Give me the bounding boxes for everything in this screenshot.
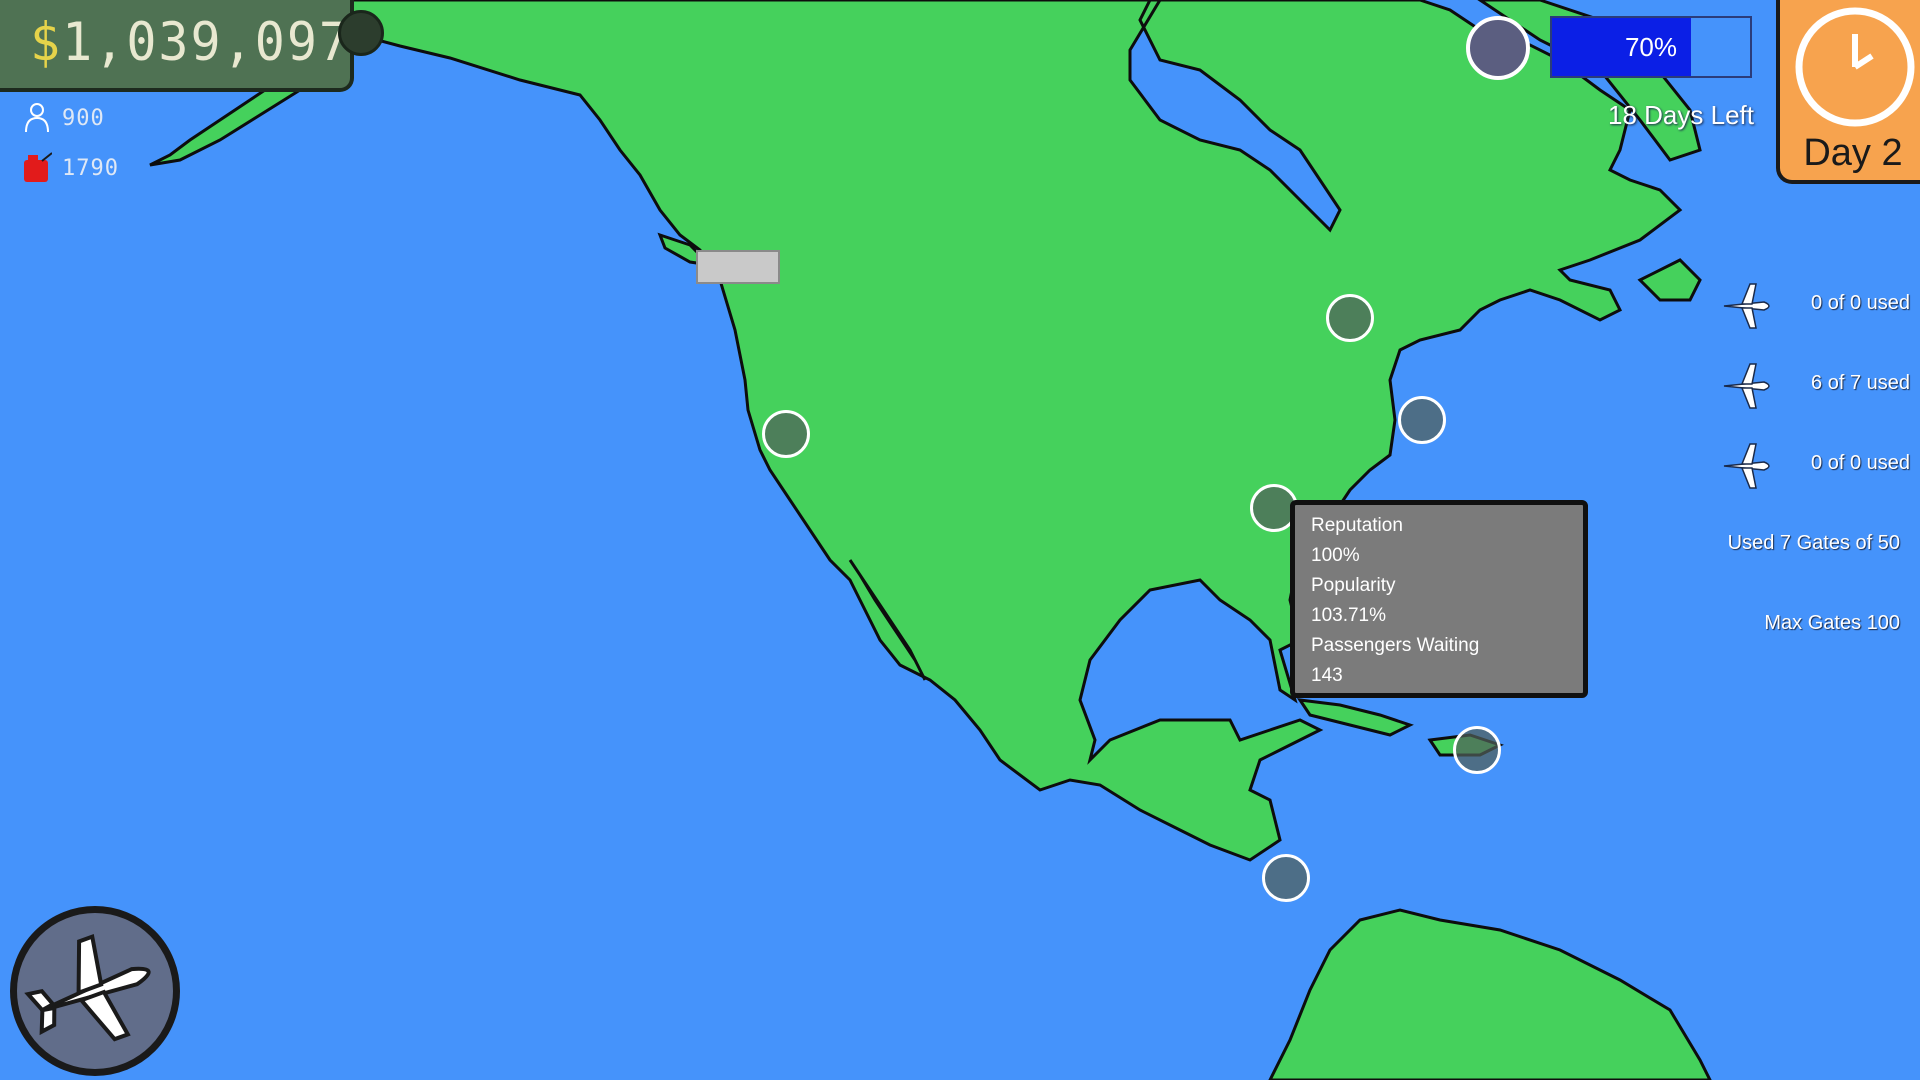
world-map[interactable] — [0, 0, 1920, 1080]
airport-building[interactable] — [696, 250, 780, 284]
reputation-value: 100% — [1311, 545, 1360, 566]
reputation-label: Reputation — [1311, 515, 1403, 536]
money-panel: $1,039,097 — [0, 0, 354, 92]
airport-marker[interactable] — [1453, 726, 1501, 774]
fleet-usage: 6 of 7 used — [1811, 372, 1910, 394]
passengers-waiting-value: 143 — [1311, 665, 1343, 686]
day-label: Day 2 — [1803, 132, 1903, 174]
popularity-label: Popularity — [1311, 575, 1396, 596]
fleet-usage: 0 of 0 used — [1811, 292, 1910, 314]
fuel-count: 1790 — [62, 155, 119, 181]
passengers-waiting-label: Passengers Waiting — [1311, 635, 1480, 656]
clock-icon — [1795, 7, 1915, 127]
progress-label: 70% — [1624, 31, 1678, 62]
gates-used-label: Used 7 Gates of 50 — [1727, 532, 1900, 554]
fleet-menu-button[interactable] — [10, 906, 180, 1076]
airport-marker[interactable] — [1262, 854, 1310, 902]
person-icon — [25, 103, 49, 133]
popularity-value: 103.71% — [1311, 605, 1387, 626]
airport-tooltip: Reputation 100% Popularity 103.71% Passe… — [1290, 500, 1588, 698]
airplane-icon — [1723, 443, 1770, 489]
money-sign: $ — [30, 11, 63, 73]
airport-marker[interactable] — [1326, 294, 1374, 342]
airport-marker[interactable] — [1398, 396, 1446, 444]
passengers-count: 900 — [62, 105, 105, 131]
money-display: $1,039,097 — [30, 11, 351, 74]
passengers-stat: 900 — [22, 102, 105, 134]
day-clock-panel[interactable]: Day 2 — [1776, 0, 1920, 184]
fuel-can-icon — [24, 152, 52, 182]
airport-marker[interactable] — [762, 410, 810, 458]
progress-circle[interactable] — [1466, 16, 1530, 80]
days-left-label: 18 Days Left — [1608, 100, 1754, 130]
fleet-row[interactable]: 0 of 0 used — [1720, 278, 1910, 334]
airplane-icon — [1723, 283, 1770, 329]
max-gates-label: Max Gates 100 — [1764, 612, 1900, 634]
fleet-row[interactable]: 6 of 7 used — [1720, 358, 1910, 414]
airplane-icon — [1723, 363, 1770, 409]
airplane-icon — [24, 933, 151, 1042]
fuel-stat: 1790 — [22, 152, 119, 184]
money-amount: 1,039,097 — [62, 11, 352, 73]
progress-bar: 70% — [1550, 16, 1752, 78]
fleet-usage: 0 of 0 used — [1811, 452, 1910, 474]
money-panel-knob — [338, 10, 384, 56]
fleet-row[interactable]: 0 of 0 used — [1720, 438, 1910, 494]
